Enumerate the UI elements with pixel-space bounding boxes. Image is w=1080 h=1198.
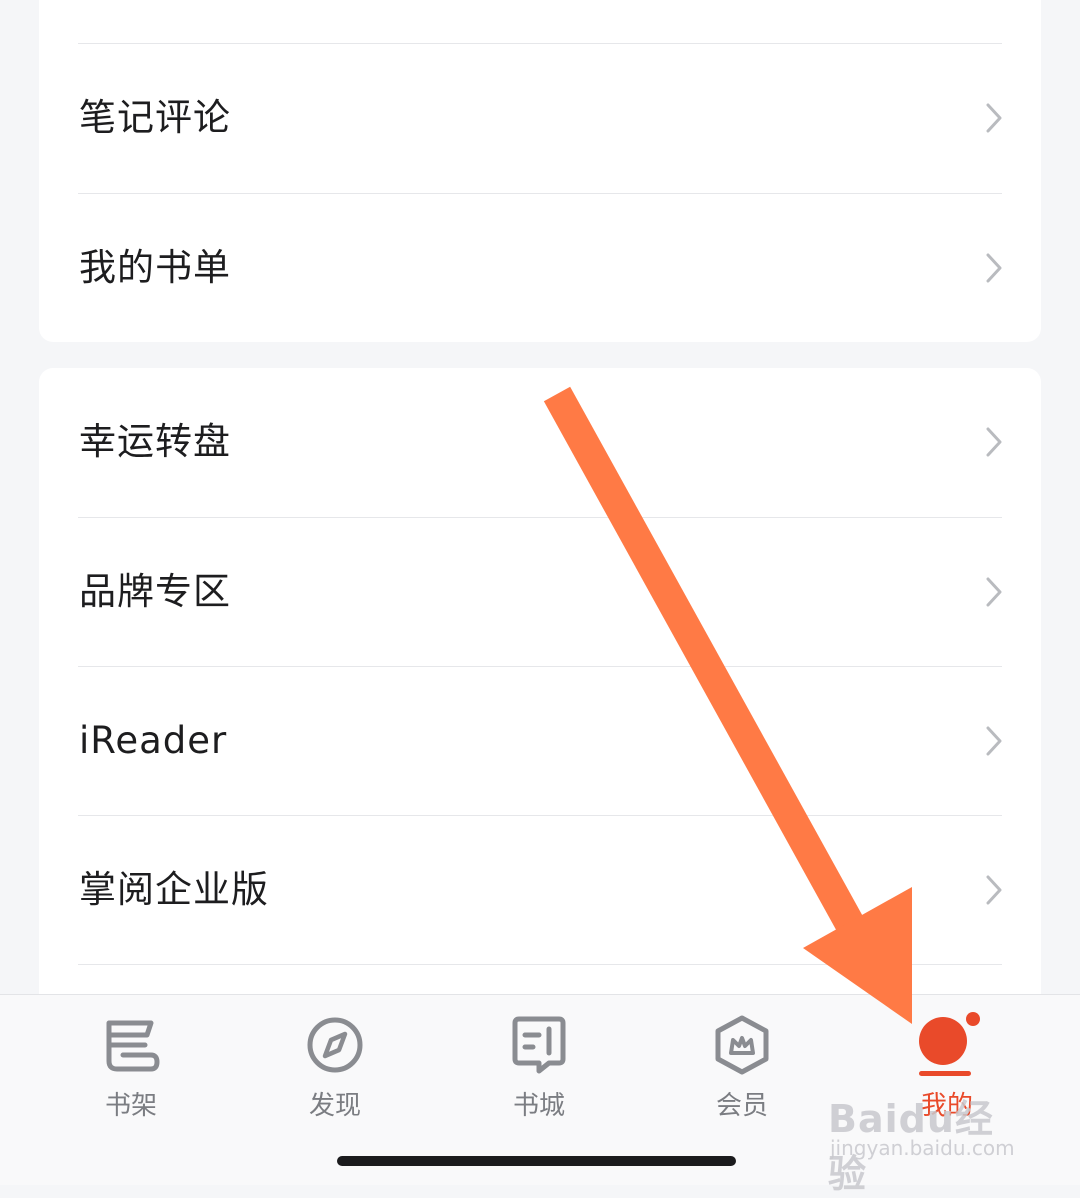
chevron-right-icon bbox=[986, 427, 1002, 457]
crown-hexagon-icon bbox=[715, 1015, 769, 1075]
tab-label: 会员 bbox=[715, 1091, 768, 1121]
chevron-right-icon bbox=[986, 875, 1002, 905]
tab-label: 书架 bbox=[104, 1091, 157, 1121]
menu-item-label: iReader bbox=[79, 719, 228, 762]
tab-membership[interactable]: 会员 bbox=[672, 995, 812, 1135]
bookstore-icon bbox=[512, 1016, 566, 1074]
watermark-sub: jingyan.baidu.com bbox=[830, 1136, 1015, 1160]
tab-label: 发现 bbox=[308, 1091, 361, 1121]
chevron-right-icon bbox=[986, 726, 1002, 756]
menu-item-label: 品牌专区 bbox=[79, 570, 231, 613]
tab-bookshelf[interactable]: 书架 bbox=[61, 995, 201, 1135]
menu-item-ireader[interactable]: iReader bbox=[39, 667, 1041, 815]
chevron-right-icon bbox=[986, 103, 1002, 133]
menu-item-label: 笔记评论 bbox=[79, 96, 231, 139]
tab-label: 书城 bbox=[512, 1091, 565, 1121]
menu-item-label: 我的书单 bbox=[79, 246, 231, 289]
divider bbox=[78, 964, 1002, 965]
menu-item-brand-zone[interactable]: 品牌专区 bbox=[39, 518, 1041, 666]
chevron-right-icon bbox=[986, 577, 1002, 607]
compass-icon bbox=[307, 1017, 363, 1073]
menu-item-notes-comments[interactable]: 笔记评论 bbox=[39, 44, 1041, 192]
bookshelf-icon bbox=[106, 1020, 160, 1072]
menu-item-label: 掌阅企业版 bbox=[79, 868, 269, 911]
menu-item-label: 幸运转盘 bbox=[79, 420, 231, 463]
menu-card-top: 笔记评论 我的书单 bbox=[39, 0, 1041, 342]
profile-icon bbox=[919, 1012, 980, 1076]
baidu-watermark: Baidu经验 jingyan.baidu.com bbox=[828, 1088, 1028, 1196]
home-indicator[interactable] bbox=[337, 1156, 736, 1166]
menu-item-enterprise-edition[interactable]: 掌阅企业版 bbox=[39, 816, 1041, 964]
menu-item-my-booklist[interactable]: 我的书单 bbox=[39, 194, 1041, 342]
chevron-right-icon bbox=[986, 253, 1002, 283]
tab-bookstore[interactable]: 书城 bbox=[469, 995, 609, 1135]
menu-card-bottom: 幸运转盘 品牌专区 iReader 掌阅企业版 bbox=[39, 368, 1041, 1028]
tab-discover[interactable]: 发现 bbox=[265, 995, 405, 1135]
menu-item-lucky-wheel[interactable]: 幸运转盘 bbox=[39, 368, 1041, 516]
